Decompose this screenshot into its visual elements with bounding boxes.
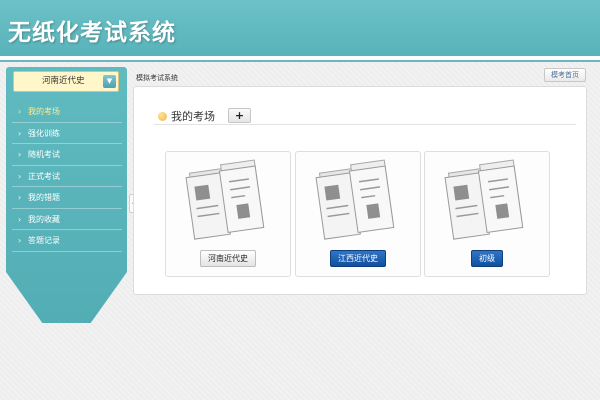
sidebar-item-intensive-training[interactable]: › 强化训练	[12, 123, 122, 144]
sidebar-item-answer-records[interactable]: › 答题记录	[12, 230, 122, 252]
add-exam-room-button[interactable]: +	[228, 108, 251, 123]
sidebar-item-label: 我的错题	[28, 193, 60, 202]
sidebar-item-label: 正式考试	[28, 171, 60, 181]
section-divider	[154, 124, 576, 125]
header-divider-accent	[0, 60, 600, 62]
chevron-right-icon: ›	[18, 214, 22, 224]
card-button[interactable]: 河南近代史	[200, 250, 256, 267]
chevron-right-icon: ›	[18, 150, 22, 159]
app-title: 无纸化考试系统	[8, 20, 176, 46]
exam-paper-icon	[315, 159, 395, 240]
card-button[interactable]: 江西近代史	[330, 250, 386, 267]
sidebar-item-wrong-answers[interactable]: › 我的错题	[12, 187, 122, 209]
course-selector[interactable]: 河南近代史 ▼	[13, 71, 119, 92]
sidebar-item-my-exam-room[interactable]: › 我的考场	[12, 101, 122, 123]
exam-home-button[interactable]: 模考首页	[544, 68, 586, 82]
orange-dot-icon	[158, 112, 167, 121]
exam-paper-icon	[185, 159, 265, 240]
sidebar-menu: › 我的考场 › 强化训练 › 随机考试 › 正式考试 › 我的错题 › 我的收藏 › 答题记…	[12, 101, 122, 252]
exam-room-card[interactable]: 江西近代史	[295, 151, 421, 277]
app-header: 无纸化考试系统	[0, 0, 600, 56]
exam-paper-icon	[444, 159, 524, 240]
chevron-right-icon: ›	[18, 236, 22, 245]
card-button[interactable]: 初级	[471, 250, 503, 267]
sidebar-item-label: 强化训练	[28, 128, 60, 138]
sidebar-item-formal-exam[interactable]: › 正式考试	[12, 166, 122, 187]
course-selector-value: 河南近代史	[42, 76, 85, 86]
sidebar-item-label: 答题记录	[28, 236, 60, 245]
exam-room-card[interactable]: 河南近代史	[165, 151, 291, 277]
chevron-right-icon: ›	[18, 171, 22, 181]
sidebar-item-favorites[interactable]: › 我的收藏	[12, 209, 122, 230]
sidebar-item-label: 我的收藏	[28, 214, 60, 224]
sidebar-item-random-exam[interactable]: › 随机考试	[12, 144, 122, 166]
sidebar-item-label: 我的考场	[28, 107, 60, 116]
chevron-right-icon: ›	[18, 128, 22, 138]
section-title: 我的考场	[171, 110, 215, 123]
chevron-right-icon: ›	[18, 193, 22, 202]
breadcrumb: 模拟考试系统	[136, 74, 178, 82]
chevron-right-icon: ›	[18, 107, 22, 116]
sidebar-item-label: 随机考试	[28, 150, 60, 159]
exam-room-card[interactable]: 初级	[424, 151, 550, 277]
chevron-down-icon[interactable]: ▼	[103, 75, 116, 88]
